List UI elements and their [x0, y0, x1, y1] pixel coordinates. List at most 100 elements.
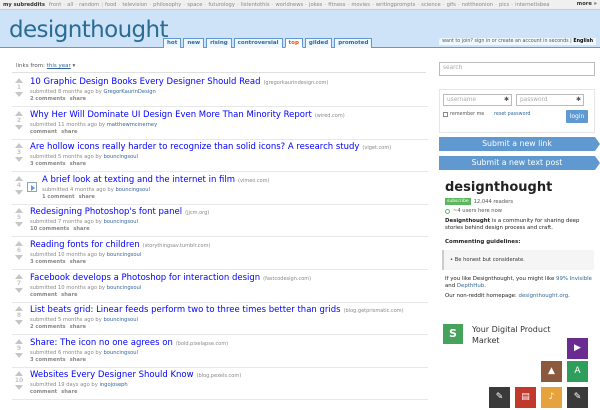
downvote-icon[interactable]: [15, 92, 23, 97]
subreddit-link-food[interactable]: food: [105, 2, 116, 8]
share-link[interactable]: share: [70, 96, 86, 102]
login-button[interactable]: login: [566, 110, 588, 123]
share-link[interactable]: share: [61, 389, 77, 395]
checkbox-icon[interactable]: [443, 112, 448, 117]
post-author[interactable]: matthewmcinerney: [107, 122, 157, 128]
downvote-icon[interactable]: [15, 189, 23, 195]
post-author[interactable]: bouncingsoul: [107, 252, 142, 258]
tab-gilded[interactable]: gilded: [304, 38, 333, 48]
subreddit-logo[interactable]: designthought: [9, 17, 169, 43]
post-author[interactable]: ingojoseph: [99, 382, 127, 388]
share-link[interactable]: share: [70, 357, 86, 363]
remember-me-checkbox[interactable]: remember me: [443, 112, 484, 117]
post-title-link[interactable]: Redesigning Photoshop's font panel: [30, 207, 182, 217]
share-link[interactable]: share: [70, 324, 86, 330]
search-input[interactable]: search: [439, 62, 595, 76]
subreddit-link-nottheonion[interactable]: nottheonion: [462, 2, 493, 8]
share-link[interactable]: share: [70, 259, 86, 265]
post-domain[interactable]: (blog.pexels.com): [197, 373, 242, 379]
ad-banner[interactable]: S Your Digital Product Market ▶ ▲ A ✎ ▤ …: [437, 320, 600, 410]
tab-controversial[interactable]: controversial: [233, 38, 283, 48]
downvote-icon[interactable]: [15, 287, 23, 293]
subreddit-link-fitness[interactable]: fitness: [328, 2, 345, 8]
post-domain[interactable]: (gregorkaurindesign.com): [263, 80, 328, 86]
comments-link[interactable]: comment: [30, 292, 57, 298]
downvote-icon[interactable]: [15, 320, 23, 326]
subreddit-link-internetisbea[interactable]: internetisbea: [515, 2, 549, 8]
downvote-icon[interactable]: [15, 157, 23, 163]
comments-link[interactable]: comment: [30, 129, 57, 135]
downvote-icon[interactable]: [15, 124, 23, 130]
downvote-icon[interactable]: [15, 222, 23, 228]
post-domain[interactable]: (fastcodesign.com): [263, 276, 311, 282]
comments-link[interactable]: 10 comments: [30, 226, 69, 232]
post-title-link[interactable]: Facebook develops a Photoshop for intera…: [30, 273, 260, 283]
post-title-link[interactable]: List beats grid: Linear feeds perform tw…: [30, 305, 341, 315]
comments-link[interactable]: 2 comments: [30, 96, 66, 102]
subreddit-title[interactable]: designthought: [445, 180, 552, 195]
post-author[interactable]: bouncingsoul: [115, 187, 150, 193]
post-author[interactable]: bouncingsoul: [103, 317, 138, 323]
subreddit-link-space[interactable]: space: [187, 2, 202, 8]
comments-link[interactable]: 3 comments: [30, 259, 66, 265]
subreddit-link-television[interactable]: television: [122, 2, 147, 8]
username-field[interactable]: username ✱: [443, 94, 512, 106]
subreddit-link-front[interactable]: front: [49, 2, 61, 8]
subreddit-link-philosophy[interactable]: philosophy: [153, 2, 181, 8]
post-title-link[interactable]: Why Her Will Dominate UI Design Even Mor…: [30, 110, 312, 120]
subreddit-link-pics[interactable]: pics: [499, 2, 509, 8]
submit-link-button[interactable]: Submit a new link: [439, 137, 600, 151]
subreddit-link-science[interactable]: science: [421, 2, 441, 8]
post-title-link[interactable]: Are hollow icons really harder to recogn…: [30, 142, 359, 152]
share-link[interactable]: share: [61, 129, 77, 135]
post-domain[interactable]: (jjcm.org): [185, 210, 209, 216]
post-domain[interactable]: (storythingsav.tumblr.com): [143, 243, 211, 249]
post-author[interactable]: GregorKaurinDesign: [103, 89, 155, 95]
subreddit-link-jokes[interactable]: jokes: [309, 2, 322, 8]
subscribe-button[interactable]: subscribe: [445, 198, 471, 205]
language-link[interactable]: English: [573, 39, 593, 44]
subreddit-link-random[interactable]: random: [79, 2, 99, 8]
share-link[interactable]: share: [73, 226, 89, 232]
login-prompt-text[interactable]: want to join? sign in or create an accou…: [442, 39, 572, 44]
comments-link[interactable]: 3 comments: [30, 357, 66, 363]
related-link-depthhub[interactable]: DepthHub: [457, 283, 484, 289]
time-filter-dropdown[interactable]: this year: [47, 63, 71, 69]
tab-rising[interactable]: rising: [206, 38, 232, 48]
tab-top[interactable]: top: [284, 38, 303, 48]
submit-text-button[interactable]: Submit a new text post: [439, 156, 600, 170]
subreddit-link-listentothis[interactable]: listentothis: [241, 2, 270, 8]
homepage-link[interactable]: designthought.org: [519, 293, 569, 299]
subreddit-link-movies[interactable]: movies: [351, 2, 370, 8]
tab-hot[interactable]: hot: [163, 38, 182, 48]
post-domain[interactable]: (viget.com): [362, 145, 391, 151]
downvote-icon[interactable]: [15, 255, 23, 260]
post-author[interactable]: bouncingsoul: [107, 285, 142, 291]
post-domain[interactable]: (wired.com): [315, 113, 345, 119]
comments-link[interactable]: comment: [30, 389, 57, 395]
share-link[interactable]: share: [79, 194, 95, 200]
post-domain[interactable]: (bold.pixelapse.com): [176, 341, 228, 347]
downvote-icon[interactable]: [15, 385, 23, 391]
share-link[interactable]: share: [70, 161, 86, 167]
subreddit-link-worldnews[interactable]: worldnews: [275, 2, 303, 8]
post-title-link[interactable]: 10 Graphic Design Books Every Designer S…: [30, 77, 260, 87]
post-title-link[interactable]: Share: The icon no one agrees on: [30, 338, 173, 348]
post-title-link[interactable]: Websites Every Designer Should Know: [30, 370, 194, 380]
post-domain[interactable]: (vimeo.com): [238, 178, 269, 184]
share-link[interactable]: share: [61, 292, 77, 298]
video-thumbnail[interactable]: [27, 181, 37, 192]
post-author[interactable]: bouncingsoul: [103, 350, 138, 356]
tab-new[interactable]: new: [183, 38, 205, 48]
post-domain[interactable]: (blog.getprismatic.com): [344, 308, 404, 314]
comments-link[interactable]: 1 comment: [42, 194, 75, 200]
post-title-link[interactable]: Reading fonts for children: [30, 240, 140, 250]
subreddit-link-writingprompts[interactable]: writingprompts: [376, 2, 415, 8]
my-subreddits-dropdown[interactable]: my subreddits: [3, 2, 45, 8]
related-link-99pi[interactable]: 99% Invisible: [556, 276, 592, 282]
tab-promoted[interactable]: promoted: [334, 38, 373, 48]
password-field[interactable]: password ✱: [516, 94, 584, 106]
comments-link[interactable]: 2 comments: [30, 324, 66, 330]
post-title-link[interactable]: A brief look at texting and the internet…: [42, 175, 235, 185]
subreddit-link-gifs[interactable]: gifs: [447, 2, 456, 8]
